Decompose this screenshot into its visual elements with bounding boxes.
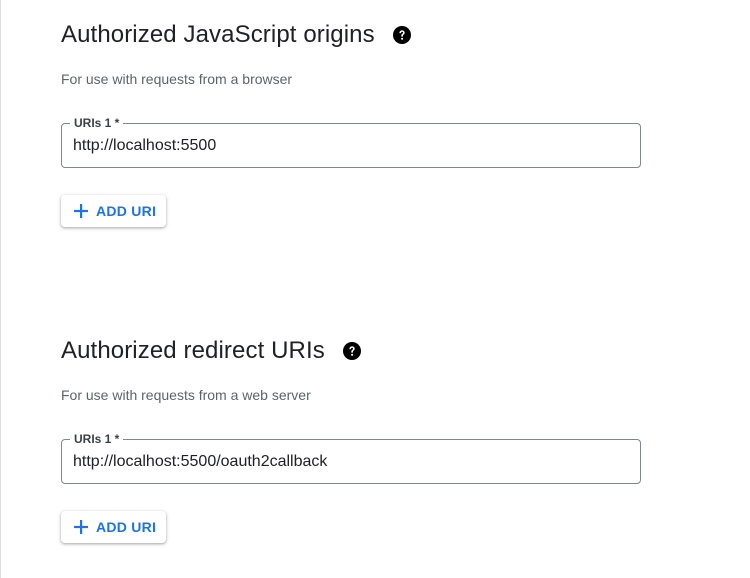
js-origins-add-uri-button[interactable]: ADD URI xyxy=(61,195,167,227)
js-origins-subtitle: For use with requests from a browser xyxy=(61,71,293,87)
add-uri-label: ADD URI xyxy=(96,519,157,535)
redirect-uri-field[interactable]: URIs 1 * xyxy=(61,431,641,484)
redirect-uris-subtitle: For use with requests from a web server xyxy=(61,387,311,403)
left-divider xyxy=(0,0,1,578)
redirect-uris-title: Authorized redirect URIs xyxy=(61,337,325,364)
js-origin-uri-input[interactable] xyxy=(73,124,628,167)
js-origins-header: Authorized JavaScript origins xyxy=(61,18,661,52)
js-origin-uri-field[interactable]: URIs 1 * xyxy=(61,115,641,168)
help-circle-icon[interactable] xyxy=(392,26,411,44)
plus-icon xyxy=(73,519,89,535)
redirect-uris-section: Authorized redirect URIs For use with re… xyxy=(61,334,661,543)
help-circle-icon[interactable] xyxy=(342,342,361,360)
js-origins-section: Authorized JavaScript origins For use wi… xyxy=(61,18,661,227)
plus-icon xyxy=(73,203,89,219)
redirect-uri-input[interactable] xyxy=(73,440,628,483)
add-uri-label: ADD URI xyxy=(96,203,157,219)
redirect-uris-header: Authorized redirect URIs xyxy=(61,334,661,368)
js-origins-title: Authorized JavaScript origins xyxy=(61,21,375,48)
redirect-uris-add-uri-button[interactable]: ADD URI xyxy=(61,511,167,543)
